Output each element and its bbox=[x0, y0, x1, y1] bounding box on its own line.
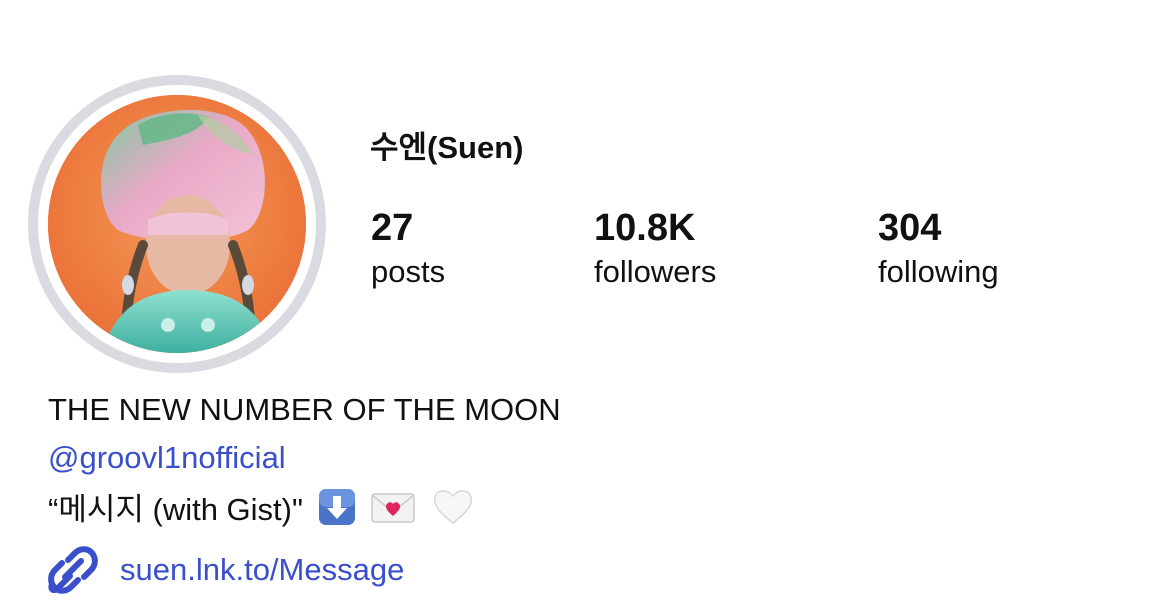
avatar[interactable] bbox=[48, 95, 306, 353]
avatar-border bbox=[38, 85, 316, 363]
followers-label: followers bbox=[594, 254, 717, 289]
bio-link-text[interactable]: suen.lnk.to/Message bbox=[120, 550, 404, 590]
bio-song-text: “메시지 (with Gist)" bbox=[48, 492, 304, 527]
profile-photo-icon bbox=[48, 95, 306, 353]
following-count: 304 bbox=[878, 207, 942, 249]
bio-headline: THE NEW NUMBER OF THE MOON bbox=[48, 392, 561, 427]
followers-count: 10.8K bbox=[594, 207, 696, 249]
love-letter-emoji-icon bbox=[370, 488, 416, 536]
avatar-ring[interactable] bbox=[28, 75, 326, 373]
stat-followers[interactable]: 10.8K followers bbox=[594, 206, 716, 294]
link-icon bbox=[48, 546, 98, 594]
stat-posts[interactable]: 27 posts bbox=[371, 206, 445, 294]
profile-username: 수엔(Suen) bbox=[370, 130, 524, 165]
posts-label: posts bbox=[371, 254, 446, 289]
bio-link[interactable]: suen.lnk.to/Message bbox=[48, 546, 404, 594]
posts-count: 27 bbox=[371, 207, 414, 249]
white-heart-emoji-icon bbox=[431, 486, 475, 536]
down-arrow-emoji-icon bbox=[318, 488, 356, 536]
bio-song-line: “메시지 (with Gist)" bbox=[48, 486, 475, 536]
stat-following[interactable]: 304 following bbox=[878, 206, 999, 294]
bio-mention-link[interactable]: @groovl1nofficial bbox=[48, 438, 286, 478]
following-label: following bbox=[878, 254, 999, 289]
